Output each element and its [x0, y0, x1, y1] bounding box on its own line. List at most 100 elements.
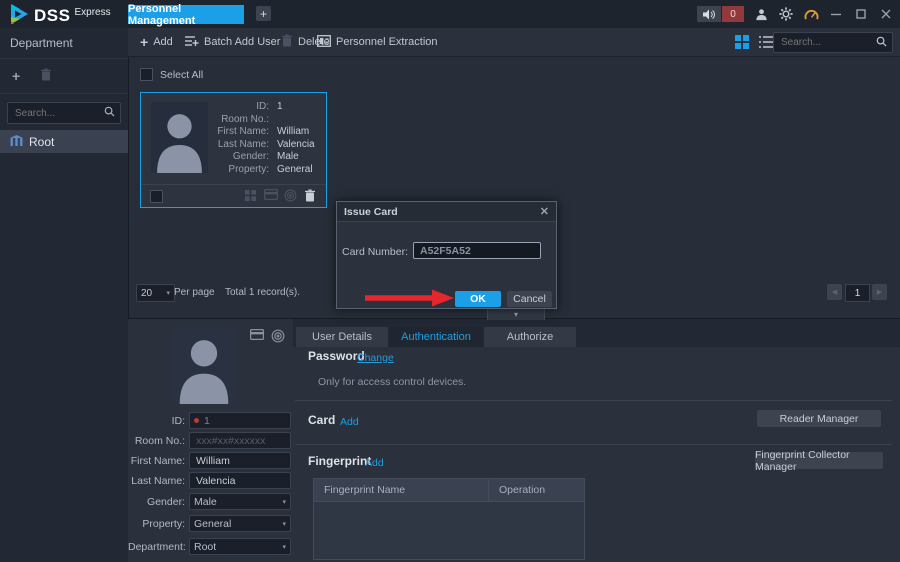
personnel-extraction-button[interactable]: Personnel Extraction: [317, 28, 438, 56]
prev-page-button[interactable]: ◀: [827, 284, 842, 300]
card-icon[interactable]: [250, 329, 265, 344]
property-value: General: [194, 518, 231, 530]
card-field-value: Valencia: [277, 139, 315, 150]
per-page-select[interactable]: 20 ▾: [136, 284, 175, 302]
person-card-footer: [141, 184, 326, 207]
property-select[interactable]: General ▾: [189, 515, 291, 532]
room-no-input[interactable]: [194, 434, 286, 448]
card-field-value: General: [277, 164, 313, 175]
per-page-value: 20: [141, 288, 152, 299]
dss-logo-icon: [8, 3, 30, 28]
personnel-search-box[interactable]: [773, 32, 893, 53]
issue-card-icon[interactable]: [244, 189, 258, 203]
department-panel-title: Department: [0, 28, 128, 59]
tab-authorize[interactable]: Authorize: [484, 327, 576, 347]
alarm-center-button[interactable]: 0: [697, 6, 744, 22]
dialog-title: Issue Card: [344, 206, 398, 218]
last-name-field[interactable]: [189, 472, 291, 489]
card-number-field[interactable]: [413, 242, 541, 259]
person-card-checkbox[interactable]: [150, 190, 163, 203]
password-note: Only for access control devices.: [318, 376, 466, 388]
department-value: Root: [194, 541, 216, 553]
titlebar-controls: 0: [697, 0, 894, 28]
settings-gear-icon[interactable]: [778, 6, 794, 22]
batch-add-user-button[interactable]: Batch Add User: [185, 28, 280, 56]
next-page-button[interactable]: ▶: [872, 284, 887, 300]
issue-card-dialog: Issue Card ✕ Card Number: OK Cancel: [336, 201, 557, 309]
first-name-input[interactable]: [194, 454, 286, 468]
person-card[interactable]: ID:1 Room No.: First Name:William Last N…: [140, 92, 327, 208]
plus-icon: +: [140, 34, 148, 50]
chevron-down-icon: ▾: [282, 498, 286, 506]
sidebar-item-root[interactable]: Root: [0, 130, 128, 153]
fingerprint-icon[interactable]: [271, 329, 286, 344]
add-user-label: Add: [153, 36, 173, 48]
user-account-icon[interactable]: [753, 6, 769, 22]
id-field[interactable]: 1: [189, 412, 291, 429]
card-section-title: Card: [308, 413, 335, 427]
last-name-input[interactable]: [194, 474, 286, 488]
card-icon[interactable]: [264, 189, 278, 203]
title-bar: DSS Express Personnel Management + 0: [0, 0, 900, 28]
current-page-box[interactable]: 1: [845, 284, 870, 302]
card-field-value: 1: [277, 101, 283, 112]
add-department-button[interactable]: +: [12, 68, 20, 84]
card-number-input[interactable]: [418, 244, 536, 258]
personnel-extraction-icon: [317, 35, 331, 50]
room-no-field[interactable]: [189, 432, 291, 449]
department-search-box[interactable]: [7, 102, 121, 124]
personnel-search-input[interactable]: [779, 36, 876, 49]
list-view-icon[interactable]: [759, 35, 774, 49]
add-fingerprint-link[interactable]: Add: [365, 457, 384, 469]
detail-photo[interactable]: [172, 327, 236, 404]
section-divider: [295, 400, 892, 401]
card-field-label: Gender:: [141, 151, 269, 162]
person-detail-panel: ID: 1 Room No.: First Name: Last Name: G…: [128, 318, 900, 562]
change-password-link[interactable]: Change: [357, 352, 394, 364]
id-label: ID:: [128, 415, 185, 427]
new-tab-button[interactable]: +: [256, 6, 271, 21]
alarm-count-badge: 0: [722, 6, 744, 22]
first-name-label: First Name:: [128, 455, 185, 467]
id-value: 1: [204, 415, 210, 427]
department-icon: [10, 135, 23, 149]
reader-manager-button[interactable]: Reader Manager: [757, 410, 881, 427]
per-page-label: Per page: [174, 287, 215, 298]
personnel-toolbar: + Add Batch Add User Delete Personnel Ex…: [128, 28, 900, 57]
gender-select[interactable]: Male ▾: [189, 493, 291, 510]
detail-tabbar: User Details Authentication Authorize: [293, 319, 900, 347]
close-icon[interactable]: [878, 6, 894, 22]
card-number-label: Card Number:: [337, 246, 408, 258]
delete-person-trash-icon[interactable]: [304, 189, 318, 203]
fingerprint-collector-manager-button[interactable]: Fingerprint Collector Manager: [755, 452, 883, 469]
ok-button[interactable]: OK: [455, 291, 501, 307]
add-user-button[interactable]: + Add: [140, 28, 173, 56]
section-divider: [295, 444, 892, 445]
department-search-input[interactable]: [13, 107, 104, 120]
tab-personnel-management[interactable]: Personnel Management: [128, 5, 244, 24]
logo-text-secondary: Express: [74, 7, 110, 18]
maximize-icon[interactable]: [853, 6, 869, 22]
delete-department-button[interactable]: [40, 68, 52, 84]
department-select[interactable]: Root ▾: [189, 538, 291, 555]
card-field-label: Last Name:: [141, 139, 269, 150]
add-card-link[interactable]: Add: [340, 416, 359, 428]
gender-label: Gender:: [128, 496, 185, 508]
grid-view-icon[interactable]: [735, 35, 750, 49]
dialog-titlebar: Issue Card ✕: [337, 202, 556, 222]
close-icon[interactable]: ✕: [540, 205, 549, 218]
first-name-field[interactable]: [189, 452, 291, 469]
select-all-control: Select All: [140, 68, 203, 81]
minimize-icon[interactable]: [828, 6, 844, 22]
card-field-value: William: [277, 126, 309, 137]
column-header-fingerprint-name: Fingerprint Name: [314, 479, 489, 501]
tab-user-details[interactable]: User Details: [296, 327, 388, 347]
cancel-button[interactable]: Cancel: [507, 291, 552, 307]
select-all-checkbox[interactable]: [140, 68, 153, 81]
batch-add-icon: [185, 35, 199, 50]
department-actions: +: [0, 59, 128, 94]
total-records-label: Total 1 record(s).: [225, 287, 300, 298]
tab-authentication[interactable]: Authentication: [390, 327, 482, 347]
system-status-gauge-icon[interactable]: [803, 6, 819, 22]
fingerprint-icon[interactable]: [284, 189, 298, 203]
